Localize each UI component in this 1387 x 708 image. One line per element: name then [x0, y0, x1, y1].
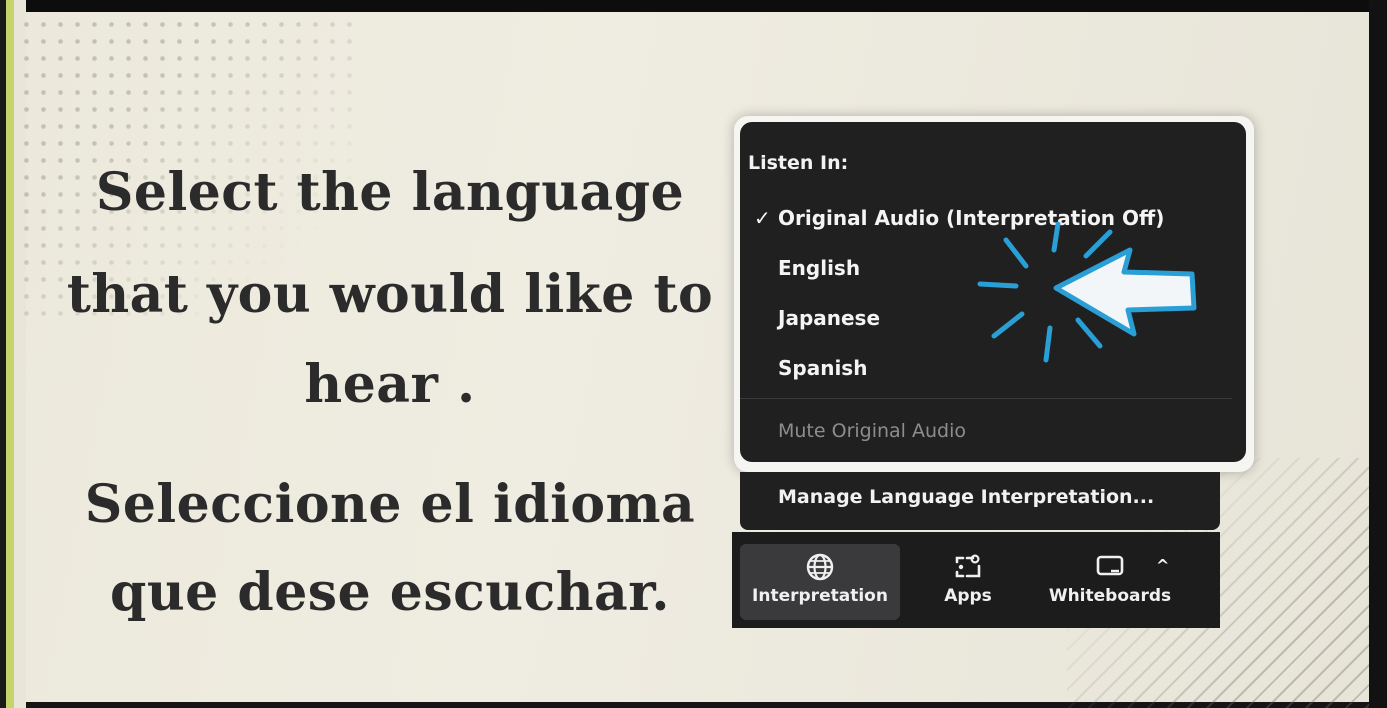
interpretation-button[interactable]: Interpretation	[740, 544, 900, 620]
apps-icon	[955, 554, 981, 578]
whiteboard-icon	[1096, 555, 1124, 576]
menu-item-spanish[interactable]: Spanish	[778, 356, 867, 380]
menu-item-japanese[interactable]: Japanese	[778, 306, 880, 330]
interpretation-label: Interpretation	[752, 586, 888, 606]
english-instruction-line-1: Select the language	[95, 162, 685, 223]
english-instruction-line-2: that you would like to	[66, 264, 714, 325]
apps-button[interactable]: Apps	[928, 544, 1008, 620]
pointer-annotation	[977, 221, 1197, 363]
listen-in-title: Listen In:	[748, 152, 849, 174]
apps-label: Apps	[944, 586, 992, 606]
manage-language-interpretation-item[interactable]: Manage Language Interpretation...	[740, 472, 1220, 530]
chevron-up-icon[interactable]: ^	[1156, 556, 1169, 575]
spanish-instruction-line-2: que dese escuchar.	[110, 562, 670, 623]
english-instruction-line-3: hear .	[304, 354, 476, 415]
meeting-toolbar: Interpretation Apps Whiteboards ^	[732, 532, 1220, 628]
whiteboards-label: Whiteboards	[1048, 586, 1172, 606]
spanish-instruction-line-1: Seleccione el idioma	[84, 474, 696, 535]
menu-item-english[interactable]: English	[778, 256, 860, 280]
monitor-bezel-right	[1369, 0, 1387, 708]
mute-original-audio-item[interactable]: Mute Original Audio	[778, 420, 966, 442]
menu-divider	[740, 398, 1232, 399]
globe-icon	[806, 553, 834, 581]
manage-language-interpretation-label: Manage Language Interpretation...	[778, 486, 1155, 508]
check-icon: ✓	[754, 206, 771, 230]
